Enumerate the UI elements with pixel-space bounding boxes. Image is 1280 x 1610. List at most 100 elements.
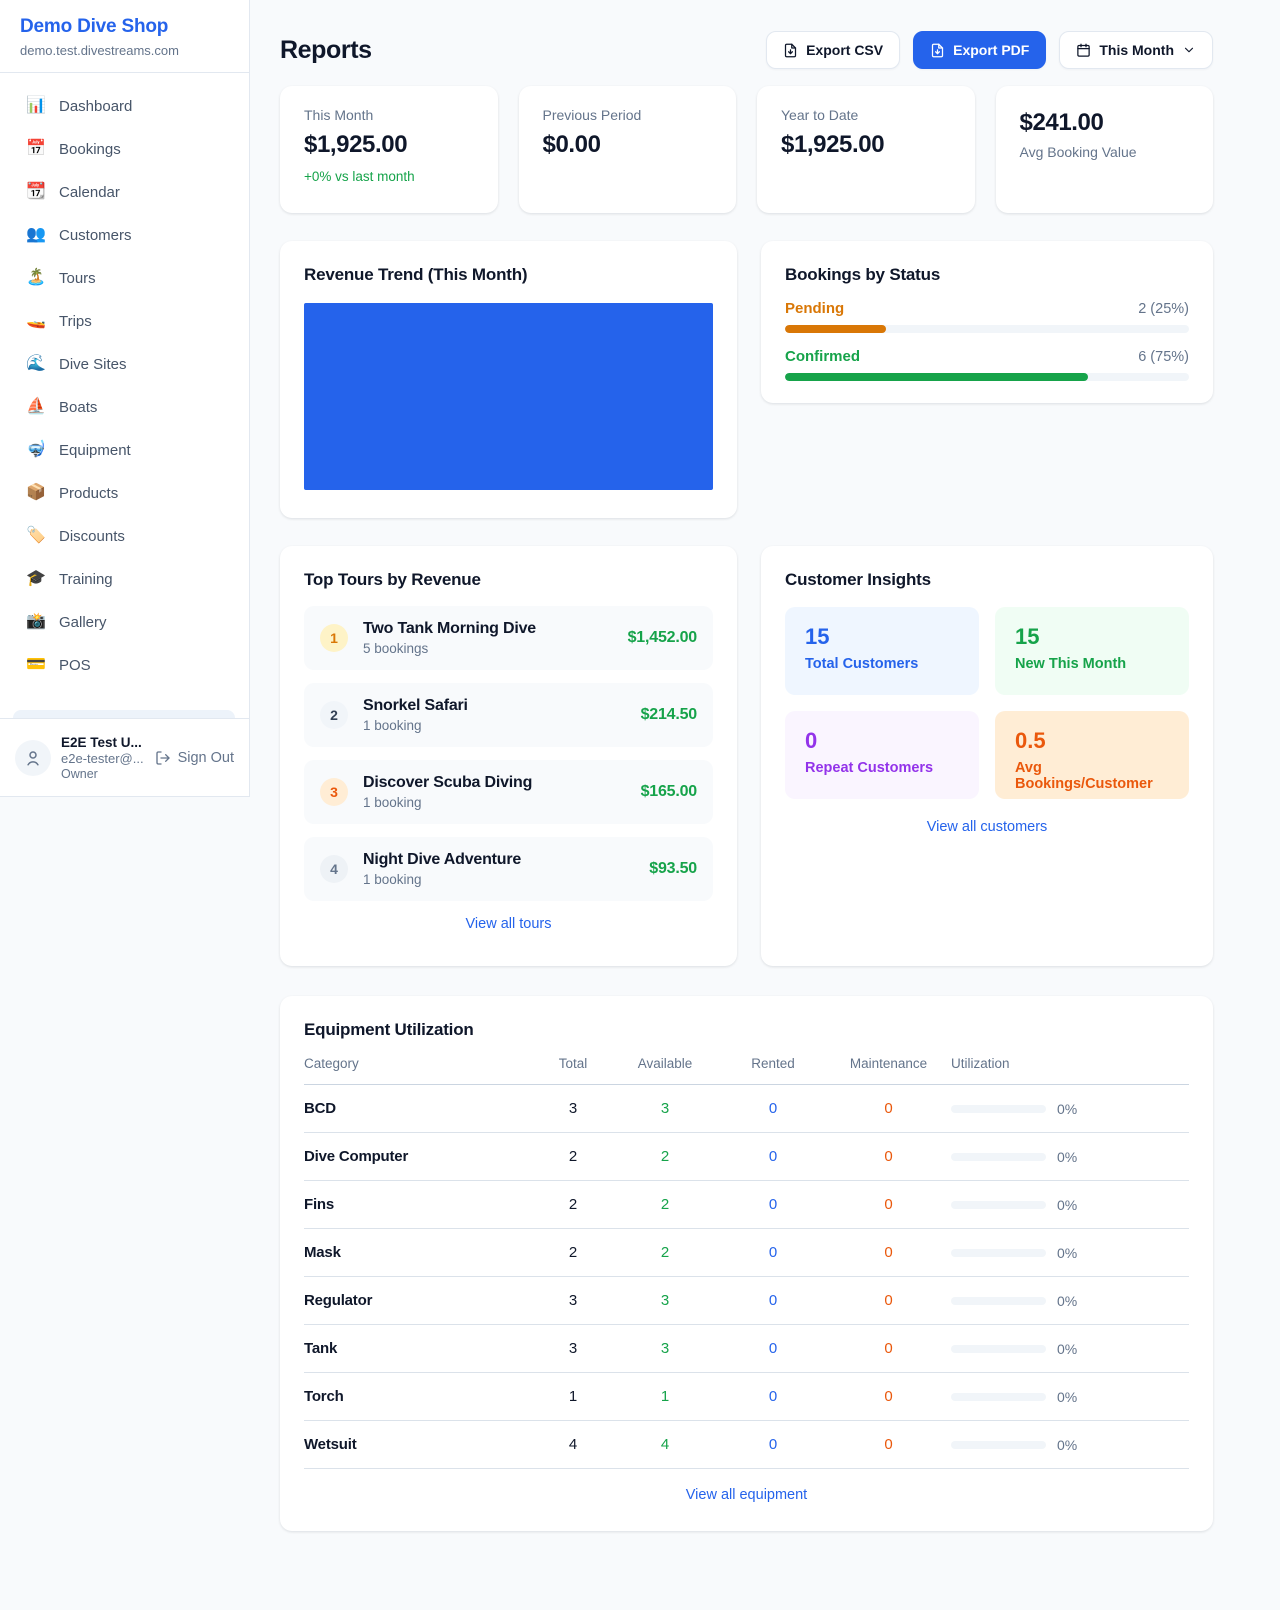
sidebar-item-dashboard[interactable]: 📊 Dashboard bbox=[13, 87, 236, 125]
sidebar-item-tours[interactable]: 🏝️ Tours bbox=[13, 259, 236, 297]
sidebar-item-customers[interactable]: 👥 Customers bbox=[13, 216, 236, 254]
brand-name: Demo Dive Shop bbox=[20, 16, 229, 38]
bookings-by-status-card: Bookings by Status Pending 2 (25%) bbox=[761, 241, 1213, 403]
cell-total: 3 bbox=[536, 1340, 610, 1357]
sidebar-item-trips[interactable]: 🚤 Trips bbox=[13, 302, 236, 340]
main-content: Reports Export CSV Export PDF This Month… bbox=[280, 0, 1213, 1531]
sidebar-item-label: Tours bbox=[59, 270, 96, 287]
view-all-equipment-link[interactable]: View all equipment bbox=[304, 1487, 1189, 1503]
cell-total: 2 bbox=[536, 1196, 610, 1213]
table-row: Wetsuit 4 4 0 0 0% bbox=[304, 1421, 1189, 1469]
sidebar-item-label: Dashboard bbox=[59, 98, 132, 115]
insight-value: 0 bbox=[805, 728, 959, 754]
sidebar-item-reports-partial[interactable] bbox=[13, 710, 235, 718]
utilization-bar bbox=[951, 1201, 1046, 1209]
sidebar-item-boats[interactable]: ⛵ Boats bbox=[13, 388, 236, 426]
sidebar-nav: 📊 Dashboard 📅 Bookings 📆 Calendar 👥 Cust… bbox=[0, 73, 249, 684]
period-dropdown[interactable]: This Month bbox=[1059, 31, 1213, 69]
cell-maintenance: 0 bbox=[826, 1196, 951, 1213]
insight-value: 15 bbox=[1015, 624, 1169, 650]
stat-card-previous-period: Previous Period $0.00 bbox=[519, 86, 737, 213]
table-row: Fins 2 2 0 0 0% bbox=[304, 1181, 1189, 1229]
speedboat-icon: 🚤 bbox=[26, 313, 46, 329]
cell-category: Torch bbox=[304, 1388, 536, 1405]
cell-total: 3 bbox=[536, 1292, 610, 1309]
revenue-trend-chart bbox=[304, 303, 713, 490]
cell-total: 2 bbox=[536, 1244, 610, 1261]
sign-out-label: Sign Out bbox=[178, 750, 234, 766]
tour-bookings: 1 booking bbox=[363, 872, 521, 887]
sign-out-button[interactable]: Sign Out bbox=[155, 750, 234, 766]
package-icon: 📦 bbox=[26, 485, 46, 501]
cell-category: BCD bbox=[304, 1100, 536, 1117]
sidebar-item-label: Calendar bbox=[59, 184, 120, 201]
sidebar-item-pos[interactable]: 💳 POS bbox=[13, 646, 236, 684]
people-icon: 👥 bbox=[26, 227, 46, 243]
tour-amount: $214.50 bbox=[641, 706, 697, 724]
insight-total-customers: 15 Total Customers bbox=[785, 607, 979, 695]
cell-utilization: 0% bbox=[951, 1293, 1189, 1309]
revenue-trend-card: Revenue Trend (This Month) bbox=[280, 241, 737, 518]
sidebar-item-dive-sites[interactable]: 🌊 Dive Sites bbox=[13, 345, 236, 383]
export-pdf-button[interactable]: Export PDF bbox=[913, 31, 1046, 69]
stat-card-this-month: This Month $1,925.00 +0% vs last month bbox=[280, 86, 498, 213]
cell-category: Dive Computer bbox=[304, 1148, 536, 1165]
cell-category: Regulator bbox=[304, 1292, 536, 1309]
view-all-tours-link[interactable]: View all tours bbox=[304, 916, 713, 932]
diving-mask-icon: 🤿 bbox=[26, 442, 46, 458]
view-all-customers-link[interactable]: View all customers bbox=[785, 819, 1189, 835]
utilization-percent: 0% bbox=[1057, 1197, 1077, 1213]
cell-utilization: 0% bbox=[951, 1197, 1189, 1213]
sidebar-item-discounts[interactable]: 🏷️ Discounts bbox=[13, 517, 236, 555]
cell-available: 3 bbox=[610, 1292, 720, 1309]
utilization-bar bbox=[951, 1297, 1046, 1305]
status-value: 6 (75%) bbox=[1138, 349, 1189, 365]
insight-label: Total Customers bbox=[805, 656, 959, 672]
cell-maintenance: 0 bbox=[826, 1388, 951, 1405]
insight-label: New This Month bbox=[1015, 656, 1169, 672]
chevron-down-icon bbox=[1182, 43, 1196, 57]
cell-utilization: 0% bbox=[951, 1101, 1189, 1117]
revenue-trend-title: Revenue Trend (This Month) bbox=[304, 265, 713, 285]
stat-label: Year to Date bbox=[781, 107, 951, 123]
person-icon bbox=[24, 749, 42, 767]
sidebar-item-products[interactable]: 📦 Products bbox=[13, 474, 236, 512]
insight-new-this-month: 15 New This Month bbox=[995, 607, 1189, 695]
cell-total: 3 bbox=[536, 1100, 610, 1117]
utilization-bar bbox=[951, 1393, 1046, 1401]
user-role: Owner bbox=[61, 767, 144, 781]
island-icon: 🏝️ bbox=[26, 270, 46, 286]
status-row: Pending 2 (25%) bbox=[785, 300, 1189, 333]
column-header-total: Total bbox=[536, 1056, 610, 1071]
column-header-utilization: Utilization bbox=[951, 1056, 1189, 1071]
cell-utilization: 0% bbox=[951, 1389, 1189, 1405]
cell-rented: 0 bbox=[720, 1292, 826, 1309]
utilization-bar bbox=[951, 1345, 1046, 1353]
sidebar-item-gallery[interactable]: 📸 Gallery bbox=[13, 603, 236, 641]
utilization-percent: 0% bbox=[1057, 1245, 1077, 1261]
sidebar-item-label: Products bbox=[59, 485, 118, 502]
sidebar-item-training[interactable]: 🎓 Training bbox=[13, 560, 236, 598]
cell-total: 1 bbox=[536, 1388, 610, 1405]
sidebar-item-equipment[interactable]: 🤿 Equipment bbox=[13, 431, 236, 469]
sidebar-item-label: Customers bbox=[59, 227, 132, 244]
wave-icon: 🌊 bbox=[26, 356, 46, 372]
export-csv-button[interactable]: Export CSV bbox=[766, 31, 900, 69]
equipment-utilization-title: Equipment Utilization bbox=[304, 1020, 1189, 1040]
page-title: Reports bbox=[280, 36, 372, 65]
utilization-percent: 0% bbox=[1057, 1149, 1077, 1165]
tour-name: Two Tank Morning Dive bbox=[363, 620, 536, 638]
sidebar-item-label: Training bbox=[59, 571, 113, 588]
stat-value: $1,925.00 bbox=[781, 131, 951, 159]
insight-avg-bookings-per-customer: 0.5 Avg Bookings/Customer bbox=[995, 711, 1189, 799]
tag-icon: 🏷️ bbox=[26, 528, 46, 544]
table-row: BCD 3 3 0 0 0% bbox=[304, 1085, 1189, 1133]
sidebar-item-label: Gallery bbox=[59, 614, 107, 631]
cell-available: 3 bbox=[610, 1100, 720, 1117]
stat-card-avg-booking-value: $241.00 Avg Booking Value bbox=[996, 86, 1214, 213]
bookings-by-status-title: Bookings by Status bbox=[785, 265, 1189, 285]
stat-cards: This Month $1,925.00 +0% vs last month P… bbox=[280, 86, 1213, 213]
sidebar-item-calendar[interactable]: 📆 Calendar bbox=[13, 173, 236, 211]
sidebar-item-bookings[interactable]: 📅 Bookings bbox=[13, 130, 236, 168]
cell-category: Mask bbox=[304, 1244, 536, 1261]
